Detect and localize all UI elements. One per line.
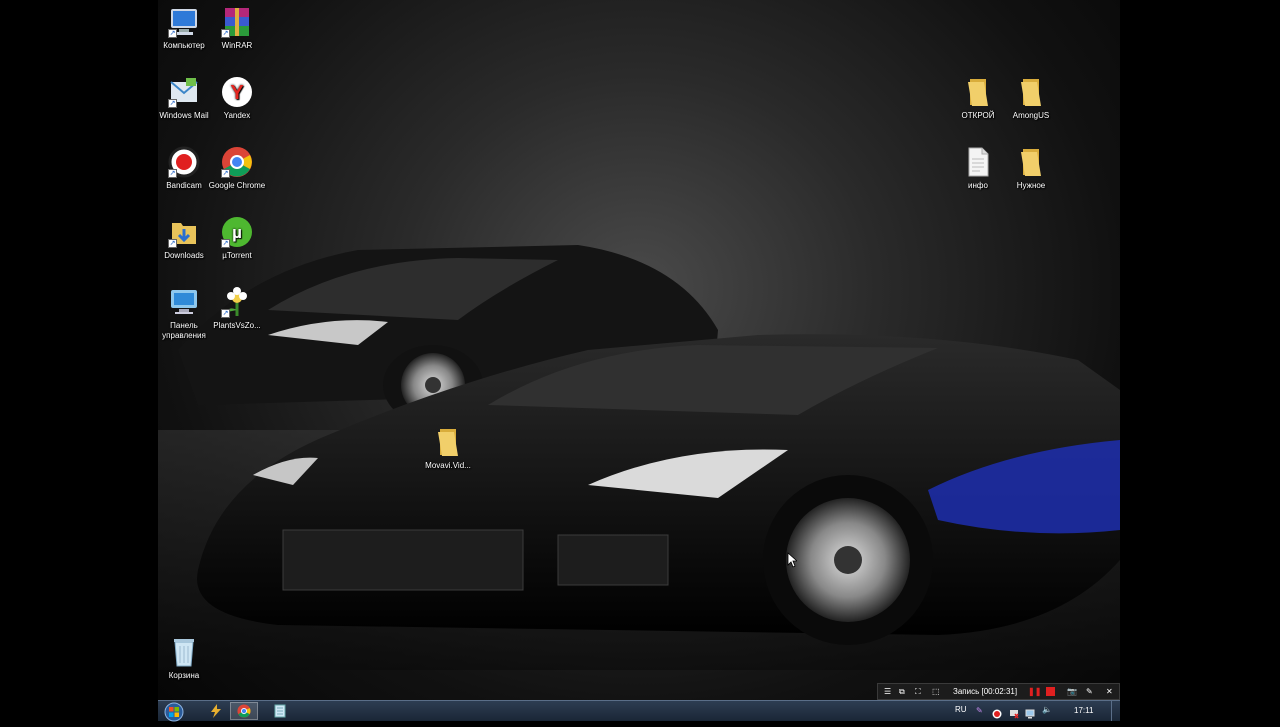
folder-icon <box>1015 146 1047 178</box>
text-file-icon <box>962 146 994 178</box>
desktop-icon-utorrent[interactable]: µ ↗ µTorrent <box>208 216 266 261</box>
icon-label: Корзина <box>168 671 200 680</box>
desktop-icon-chrome[interactable]: ↗ Google Chrome <box>208 146 266 191</box>
stop-icon[interactable] <box>1046 684 1055 699</box>
folder-icon <box>432 426 464 458</box>
clock[interactable]: 17:11 <box>1074 706 1093 715</box>
bandicam-tray-icon[interactable] <box>992 706 1002 724</box>
desktop-icon-downloads[interactable]: ↗ Downloads <box>158 216 213 261</box>
icon-label: µTorrent <box>222 251 252 260</box>
yandex-icon: Y <box>221 76 253 108</box>
icon-label: ОТКРОЙ <box>961 111 995 120</box>
control-panel-icon <box>168 286 200 318</box>
pen-tray-icon[interactable]: ✎ <box>976 706 983 715</box>
show-desktop-button[interactable] <box>1111 701 1120 721</box>
icon-label: Yandex <box>223 111 251 120</box>
desktop-icon-amongus[interactable]: AmongUS <box>1002 76 1060 121</box>
desktop-icon-plants-vs-zombies[interactable]: ↗ PlantsVsZo... <box>208 286 266 331</box>
taskbar-app-winamp[interactable] <box>202 702 230 720</box>
region-select-icon[interactable]: ⬚ <box>932 684 940 699</box>
shortcut-arrow-icon: ↗ <box>221 309 230 318</box>
close-icon[interactable]: ✕ <box>1106 684 1113 699</box>
utorrent-icon: µ ↗ <box>221 216 253 248</box>
icon-label: Панель управления <box>162 321 206 340</box>
desktop-icon-info[interactable]: инфо <box>949 146 1007 191</box>
icon-label: WinRAR <box>221 41 253 50</box>
camera-icon[interactable]: 📷 <box>1067 684 1077 699</box>
mouse-cursor-icon <box>787 552 797 568</box>
chrome-icon: ↗ <box>221 146 253 178</box>
shortcut-arrow-icon: ↗ <box>221 169 230 178</box>
language-indicator[interactable]: RU <box>955 705 967 714</box>
desktop-icon-nuzhnoe[interactable]: Нужное <box>1002 146 1060 191</box>
network-tray-icon[interactable] <box>1025 706 1036 724</box>
icon-label: Нужное <box>1016 181 1046 190</box>
desktop-icon-recycle-bin[interactable]: Корзина <box>158 636 213 681</box>
plants-vs-zombies-icon: ↗ <box>221 286 253 318</box>
chrome-icon <box>237 704 251 718</box>
computer-icon: ↗ <box>168 6 200 38</box>
desktop-icon-winrar[interactable]: ↗ WinRAR <box>208 6 266 51</box>
taskbar-app-chrome[interactable] <box>230 702 258 720</box>
icon-label: AmongUS <box>1012 111 1050 120</box>
taskbar-app-notepad[interactable] <box>266 702 294 720</box>
svg-text:µ: µ <box>232 223 242 242</box>
winrar-icon: ↗ <box>221 6 253 38</box>
recycle-bin-icon <box>168 636 200 668</box>
wallpaper-cars <box>158 245 1120 670</box>
desktop-icon-otkroy[interactable]: ОТКРОЙ <box>949 76 1007 121</box>
start-button[interactable] <box>164 702 190 722</box>
desktop: ↗ Компьютер ↗ WinRAR ↗ Windows Mail Y Ya… <box>158 0 1120 720</box>
menu-icon[interactable]: ☰ <box>884 684 891 699</box>
icon-label: инфо <box>968 181 988 190</box>
windows-logo-icon <box>164 702 184 722</box>
window-mode-icon[interactable]: ⧉ <box>899 684 905 699</box>
icon-label: Downloads <box>164 251 204 260</box>
desktop-icon-windows-mail[interactable]: ↗ Windows Mail <box>158 76 213 121</box>
icon-label: Bandicam <box>166 181 202 190</box>
taskbar: RU ✎ 🔈 17:11 <box>158 700 1120 724</box>
desktop-icon-movavi[interactable]: Movavi.Vid... <box>419 426 477 471</box>
desktop-icon-control-panel[interactable]: Панель управления <box>158 286 213 341</box>
recording-status: Запись [00:02:31] <box>953 687 1018 696</box>
svg-text:Y: Y <box>230 82 244 104</box>
downloads-folder-icon: ↗ <box>168 216 200 248</box>
shortcut-arrow-icon: ↗ <box>168 99 177 108</box>
desktop-icon-yandex[interactable]: Y Yandex <box>208 76 266 121</box>
fullscreen-mode-icon[interactable]: ⛶ <box>915 684 921 699</box>
shortcut-arrow-icon: ↗ <box>168 169 177 178</box>
bandicam-icon: ↗ <box>168 146 200 178</box>
shortcut-arrow-icon: ↗ <box>168 239 177 248</box>
icon-label: Компьютер <box>163 41 205 50</box>
volume-tray-icon[interactable]: 🔈 <box>1042 705 1052 714</box>
shortcut-arrow-icon: ↗ <box>221 239 230 248</box>
pause-icon[interactable]: ❚❚ <box>1028 684 1041 699</box>
icon-label: Windows Mail <box>159 111 209 120</box>
icon-label: Movavi.Vid... <box>425 461 471 470</box>
icon-label: Google Chrome <box>208 181 266 190</box>
pencil-icon[interactable]: ✎ <box>1086 684 1093 699</box>
shortcut-arrow-icon: ↗ <box>221 29 230 38</box>
notepad-icon <box>274 704 286 718</box>
folder-icon <box>962 76 994 108</box>
folder-icon <box>1015 76 1047 108</box>
flag-tray-icon[interactable] <box>1009 706 1019 724</box>
lightning-icon <box>211 704 221 718</box>
recorder-toolbar: ☰ ⧉ ⛶ ⬚ Запись [00:02:31] ❚❚ 📷 ✎ ✕ <box>877 683 1120 700</box>
desktop-icon-computer[interactable]: ↗ Компьютер <box>158 6 213 51</box>
desktop-icon-bandicam[interactable]: ↗ Bandicam <box>158 146 213 191</box>
windows-mail-icon: ↗ <box>168 76 200 108</box>
shortcut-arrow-icon: ↗ <box>168 29 177 38</box>
icon-label: PlantsVsZo... <box>213 321 261 330</box>
